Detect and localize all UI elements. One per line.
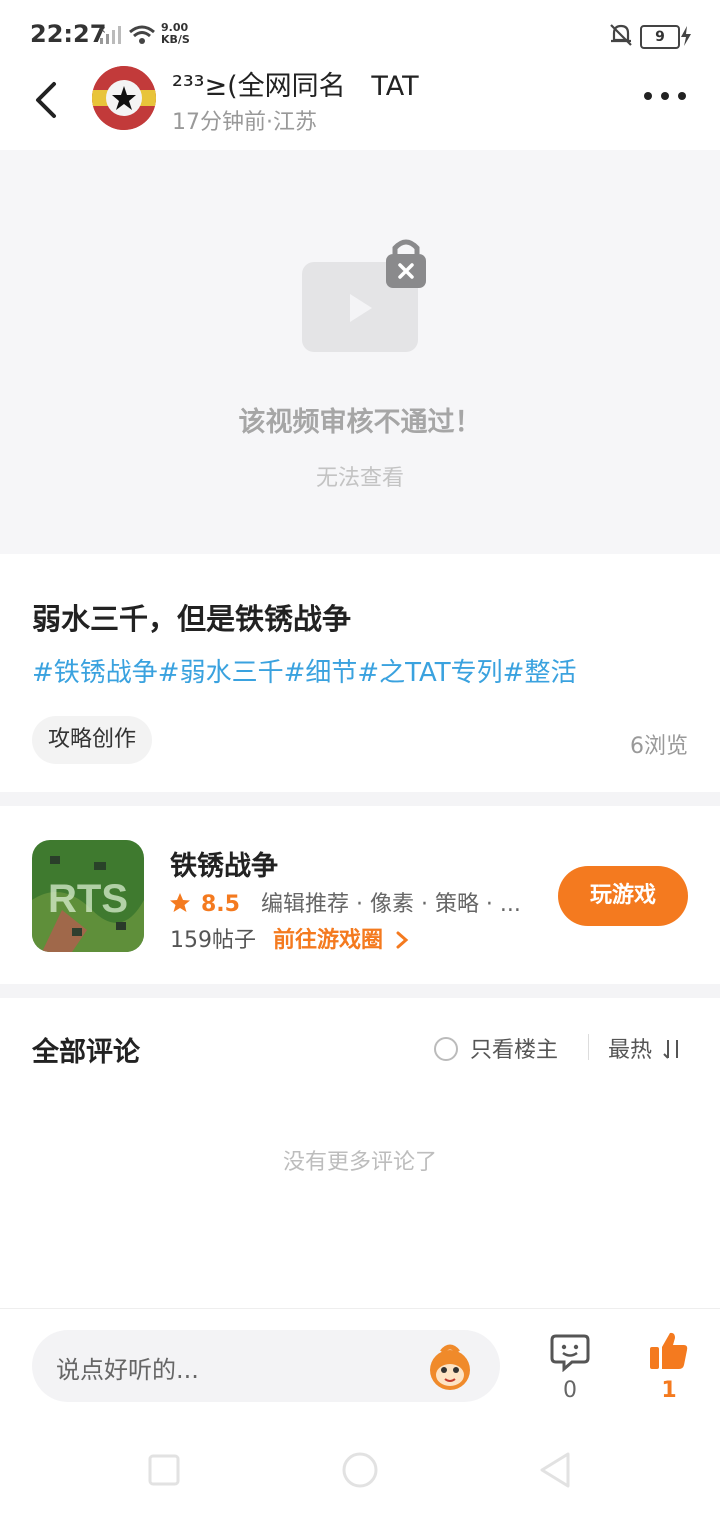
sort-icon (663, 1040, 679, 1059)
only-op-toggle[interactable]: 只看楼主 (434, 1032, 558, 1064)
wifi-icon (129, 25, 155, 44)
net-speed: 9.00 KB/S (161, 22, 190, 46)
post-meta: 17分钟前·江苏 (172, 110, 317, 135)
only-op-label: 只看楼主 (470, 1038, 559, 1063)
status-bar: 22:27 × 9.00 KB/S 9 (0, 0, 720, 64)
sort-dropdown[interactable]: 最热 (608, 1032, 683, 1064)
game-icon-text: RTS (48, 877, 128, 921)
bottom-divider (0, 1308, 720, 1309)
section-divider (0, 984, 720, 998)
divider (588, 1034, 589, 1060)
goto-game-circle-link[interactable]: 前往游戏圈 (273, 928, 409, 953)
comment-count: 0 (563, 1378, 577, 1403)
svg-text:×: × (98, 25, 106, 36)
play-game-button[interactable]: 玩游戏 (558, 866, 688, 926)
sort-label: 最热 (608, 1038, 653, 1063)
comment-placeholder: 说点好听的... (56, 1356, 199, 1384)
game-posts-row: 159帖子 前往游戏圈 (170, 922, 409, 954)
view-count: 6浏览 (630, 734, 688, 759)
post-title: 弱水三千，但是铁锈战争 (32, 602, 352, 636)
chevron-right-icon (396, 931, 408, 949)
nav-back-icon[interactable] (536, 1450, 576, 1490)
game-rating-row: 8.5 编辑推荐 · 像素 · 策略 · ... (170, 886, 521, 918)
category-chip[interactable]: 攻略创作 (32, 716, 153, 764)
section-divider (0, 792, 720, 806)
game-name[interactable]: 铁锈战争 (170, 844, 278, 883)
video-status-subtitle: 无法查看 (315, 466, 404, 491)
bell-off-icon (610, 24, 632, 46)
no-more-comments: 没有更多评论了 (282, 1150, 437, 1175)
game-cover-icon: RTS (32, 840, 144, 952)
video-locked-icon (302, 239, 426, 352)
monkey-emoji-icon[interactable] (424, 1342, 476, 1392)
avatar[interactable] (92, 66, 156, 130)
status-time: 22:27 (30, 20, 107, 48)
thumbs-up-icon[interactable] (648, 1330, 690, 1372)
comments-title: 全部评论 (32, 1037, 140, 1068)
radio-icon[interactable] (434, 1037, 458, 1061)
game-rating: 8.5 (201, 892, 240, 917)
net-speed-unit: KB/S (161, 33, 190, 46)
star-icon (170, 893, 190, 912)
post-tags[interactable]: #铁锈战争#弱水三千#细节#之TAT专列#整活 (32, 652, 576, 689)
like-count: 1 (661, 1378, 677, 1403)
game-icon[interactable]: RTS (32, 840, 144, 952)
video-status-title: 该视频审核不通过！ (238, 407, 482, 438)
game-tags: 编辑推荐 · 像素 · 策略 · ... (260, 892, 521, 917)
comment-icon[interactable] (550, 1332, 590, 1372)
avatar-emblem-icon (92, 66, 156, 130)
back-icon[interactable] (28, 78, 68, 122)
video-blocked-panel: 该视频审核不通过！ 无法查看 (0, 150, 720, 554)
battery-level: 9 (655, 29, 665, 45)
username[interactable]: ²³³≥(全网同名 TAT (172, 64, 419, 103)
battery-icon: 9 (640, 25, 680, 49)
game-post-count: 159帖子 (170, 928, 256, 953)
goto-game-circle-label: 前往游戏圈 (273, 928, 384, 953)
charging-icon (681, 26, 691, 46)
signal-icon: × (98, 25, 121, 44)
home-icon[interactable] (340, 1450, 380, 1490)
more-icon[interactable] (640, 80, 690, 110)
recent-apps-icon[interactable] (144, 1450, 184, 1490)
